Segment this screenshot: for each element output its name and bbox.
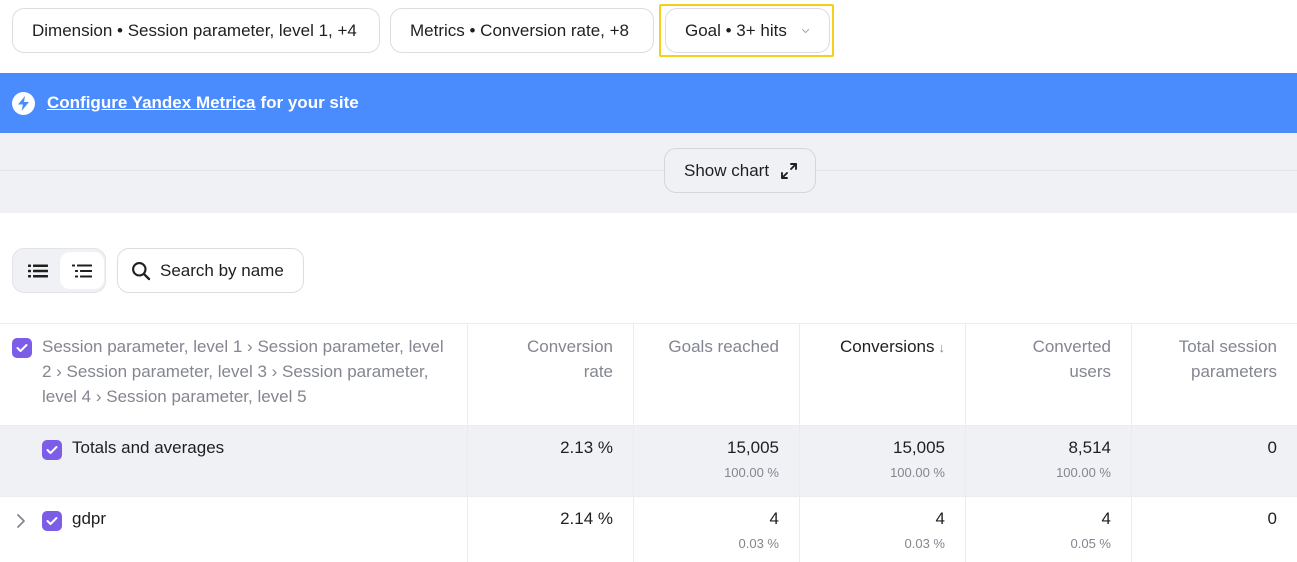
column-header-line: Total session xyxy=(1178,337,1277,356)
totals-conversions-cell: 15,005 100.00 % xyxy=(800,426,966,496)
row-goals-reached-pct: 0.03 % xyxy=(738,536,779,551)
column-header-converted-users[interactable]: Converted users xyxy=(966,324,1132,425)
totals-session-parameters: 0 xyxy=(1267,438,1277,457)
report-filters: Dimension • Session parameter, level 1, … xyxy=(0,0,1297,73)
check-icon xyxy=(46,446,58,454)
list-icon xyxy=(28,264,48,277)
row-label-cell: gdpr xyxy=(0,497,468,562)
lightning-icon xyxy=(12,91,35,115)
column-header-line: Conversions xyxy=(840,337,935,356)
totals-goals-reached-cell: 15,005 100.00 % xyxy=(634,426,800,496)
row-goals-reached: 4 xyxy=(769,509,779,528)
totals-checkbox[interactable] xyxy=(42,440,62,460)
column-header-total-session-parameters[interactable]: Total session parameters xyxy=(1132,324,1297,425)
column-header-line: Goals reached xyxy=(668,337,779,356)
tree-list-icon xyxy=(72,264,92,277)
row-label: gdpr xyxy=(72,509,107,528)
row-conversions: 4 xyxy=(935,509,945,528)
totals-conversion-rate-cell: 2.13 % xyxy=(468,426,634,496)
totals-converted-users-cell: 8,514 100.00 % xyxy=(966,426,1132,496)
totals-conversions-pct: 100.00 % xyxy=(890,465,945,480)
check-icon xyxy=(46,517,58,525)
dimension-column-header[interactable]: Session parameter, level 1 › Session par… xyxy=(0,324,468,425)
table-row[interactable]: gdpr 2.14 % 4 0.03 % 4 0.03 % 4 0.05 % 0 xyxy=(0,496,1297,562)
column-header-line: rate xyxy=(583,362,613,381)
select-all-checkbox[interactable] xyxy=(12,338,32,358)
totals-conversion-rate: 2.13 % xyxy=(560,438,613,457)
totals-converted-users-pct: 100.00 % xyxy=(1056,465,1111,480)
totals-session-parameters-cell: 0 xyxy=(1132,426,1297,496)
goal-chip[interactable]: Goal • 3+ hits xyxy=(665,8,830,53)
totals-label: Totals and averages xyxy=(72,438,225,457)
chevron-right-icon[interactable] xyxy=(14,512,28,530)
chart-divider xyxy=(0,170,1297,171)
row-checkbox[interactable] xyxy=(42,511,62,531)
sort-desc-icon: ↓ xyxy=(938,340,946,355)
row-converted-users-pct: 0.05 % xyxy=(1070,536,1111,551)
expand-icon xyxy=(781,162,797,179)
row-session-parameters: 0 xyxy=(1267,509,1277,528)
column-header-line: Conversion xyxy=(527,337,613,356)
totals-goals-reached: 15,005 xyxy=(727,438,779,457)
totals-row: Totals and averages 2.13 % 15,005 100.00… xyxy=(0,425,1297,496)
row-goals-reached-cell: 4 0.03 % xyxy=(634,497,800,562)
row-conversion-rate: 2.14 % xyxy=(560,509,613,528)
goal-chip-label: Goal • 3+ hits xyxy=(685,20,787,40)
banner-suffix: for your site xyxy=(260,93,359,112)
totals-converted-users: 8,514 xyxy=(1068,438,1111,457)
search-field[interactable]: Search by name xyxy=(117,248,304,293)
totals-conversions: 15,005 xyxy=(893,438,945,457)
column-header-line: users xyxy=(1069,362,1111,381)
table-header: Session parameter, level 1 › Session par… xyxy=(0,323,1297,425)
row-conversions-pct: 0.03 % xyxy=(904,536,945,551)
search-icon xyxy=(132,261,151,280)
column-header-conversions[interactable]: Conversions ↓ xyxy=(800,324,966,425)
column-header-line: Converted xyxy=(1032,337,1111,356)
flat-view-button[interactable] xyxy=(16,252,60,289)
search-placeholder: Search by name xyxy=(160,260,284,280)
show-chart-label: Show chart xyxy=(684,160,770,180)
dimension-chip-label: Dimension • Session parameter, level 1, … xyxy=(32,20,357,40)
dimension-header-text: Session parameter, level 1 › Session par… xyxy=(42,337,444,406)
totals-label-cell: Totals and averages xyxy=(0,426,468,496)
metrics-chip-label: Metrics • Conversion rate, +8 xyxy=(410,20,630,40)
setup-banner: Configure Yandex Metrica for your site xyxy=(0,73,1297,133)
show-chart-button[interactable]: Show chart xyxy=(664,148,816,193)
row-converted-users-cell: 4 0.05 % xyxy=(966,497,1132,562)
column-header-conversion-rate[interactable]: Conversion rate xyxy=(468,324,634,425)
row-session-parameters-cell: 0 xyxy=(1132,497,1297,562)
view-mode-toggle xyxy=(12,248,106,293)
metrics-chip[interactable]: Metrics • Conversion rate, +8 xyxy=(390,8,654,53)
chart-area: Show chart xyxy=(0,133,1297,213)
check-icon xyxy=(16,344,28,352)
chevron-down-icon xyxy=(801,28,809,33)
totals-goals-reached-pct: 100.00 % xyxy=(724,465,779,480)
report-table: Session parameter, level 1 › Session par… xyxy=(0,323,1297,562)
configure-metrica-link[interactable]: Configure Yandex Metrica xyxy=(47,93,255,113)
column-header-goals-reached[interactable]: Goals reached xyxy=(634,324,800,425)
row-converted-users: 4 xyxy=(1101,509,1111,528)
dimension-chip[interactable]: Dimension • Session parameter, level 1, … xyxy=(12,8,380,53)
column-header-line: parameters xyxy=(1191,362,1277,381)
tree-view-button[interactable] xyxy=(60,252,104,289)
row-conversion-rate-cell: 2.14 % xyxy=(468,497,634,562)
row-conversions-cell: 4 0.03 % xyxy=(800,497,966,562)
